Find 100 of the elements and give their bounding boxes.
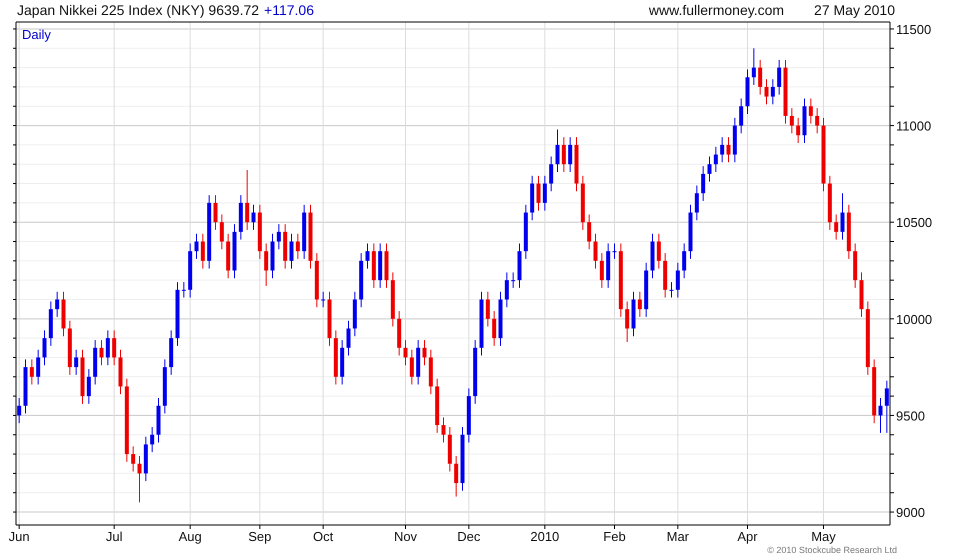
candlestick [296, 233, 300, 260]
candlestick [176, 282, 180, 346]
candlestick [846, 204, 851, 260]
candlestick [264, 242, 268, 286]
candlestick [492, 310, 496, 346]
candlestick [536, 175, 540, 212]
candlestick [663, 252, 668, 298]
candlestick [328, 291, 332, 346]
candlestick [562, 136, 566, 172]
candlestick [530, 175, 534, 221]
candlestick [764, 78, 768, 105]
candlestick [340, 340, 344, 386]
candlestick [732, 117, 737, 163]
candlestick [676, 262, 680, 298]
candlestick [86, 368, 91, 404]
candlestick [150, 426, 154, 453]
candlestick [118, 349, 122, 395]
interval-label: Daily [22, 27, 51, 42]
candlestick [815, 108, 820, 134]
candlestick [169, 330, 174, 376]
axis-label: 9500 [896, 408, 925, 424]
candlestick [42, 330, 46, 366]
candlestick [188, 242, 192, 298]
candlestick [670, 282, 674, 298]
candlestick [834, 214, 838, 240]
candlestick [74, 349, 78, 376]
candlestick [93, 340, 98, 386]
candlestick [777, 59, 782, 96]
candlestick [758, 59, 762, 96]
chart-date: 27 May 2010 [814, 2, 895, 18]
candlestick [352, 291, 357, 337]
candlestick [138, 456, 142, 503]
candlestick [884, 380, 889, 434]
candlestick [448, 426, 452, 472]
axis-label: Jun [8, 529, 30, 544]
website-url: www.fullermoney.com [648, 2, 784, 18]
candlestick [314, 252, 319, 308]
candlestick [638, 291, 642, 318]
candlestick [796, 117, 800, 144]
candlestick [542, 175, 547, 212]
candlestick [632, 291, 636, 337]
candlestick [784, 59, 788, 124]
candlestick [384, 242, 388, 288]
candlestick [650, 233, 654, 279]
candlestick [701, 166, 706, 202]
candlestick [270, 233, 274, 279]
candlestick [276, 224, 281, 250]
axis-label: Dec [457, 529, 480, 544]
candlestick [853, 242, 858, 288]
candlestick [24, 358, 28, 414]
axis-label: 10500 [896, 215, 932, 230]
axis-label: Apr [737, 529, 758, 544]
candlestick [454, 456, 458, 498]
candlestick [587, 214, 592, 250]
candlestick [504, 272, 509, 308]
candlestick [860, 272, 864, 318]
axis-label: 10000 [896, 312, 932, 327]
candlestick [428, 349, 433, 395]
candlestick [498, 291, 502, 346]
candlestick [606, 242, 610, 288]
axis-label: 11500 [896, 22, 932, 37]
candlestick [720, 136, 724, 163]
candlestick [321, 291, 326, 308]
candlestick [594, 233, 598, 270]
candlestick [486, 291, 490, 328]
candlestick [334, 330, 338, 386]
candlestick [36, 349, 40, 386]
candlestick [48, 300, 53, 346]
candlestick [182, 282, 186, 298]
candlestick [162, 358, 167, 414]
candlestick [714, 146, 718, 172]
candlestick [156, 398, 160, 443]
price-change: +117.06 [264, 2, 314, 18]
candlestick [726, 136, 730, 163]
candlestick [416, 340, 420, 386]
candlestick [410, 349, 414, 386]
candlestick [568, 136, 572, 172]
candlestick [872, 358, 876, 424]
candlestick [556, 128, 560, 172]
candlestick [100, 340, 104, 366]
axis-label: Mar [666, 529, 690, 544]
candlestick [694, 184, 699, 221]
axis-label: Sep [248, 529, 272, 544]
candlestick [828, 175, 832, 230]
candlestick [752, 48, 756, 86]
candlestick [656, 233, 661, 270]
candlestick [524, 204, 528, 260]
candlestick [682, 242, 686, 279]
candlestick [131, 446, 136, 472]
axis-label: 9000 [896, 505, 925, 520]
axis-label: Nov [394, 529, 418, 544]
candlestick [80, 349, 84, 404]
candlestick [214, 194, 218, 230]
candlestick [238, 194, 243, 240]
candlestick [258, 204, 262, 260]
candlestick [612, 242, 616, 260]
candlestick [226, 233, 230, 279]
candlestick [802, 98, 806, 144]
candlestick [770, 78, 775, 105]
axis-label: 2010 [530, 529, 560, 544]
